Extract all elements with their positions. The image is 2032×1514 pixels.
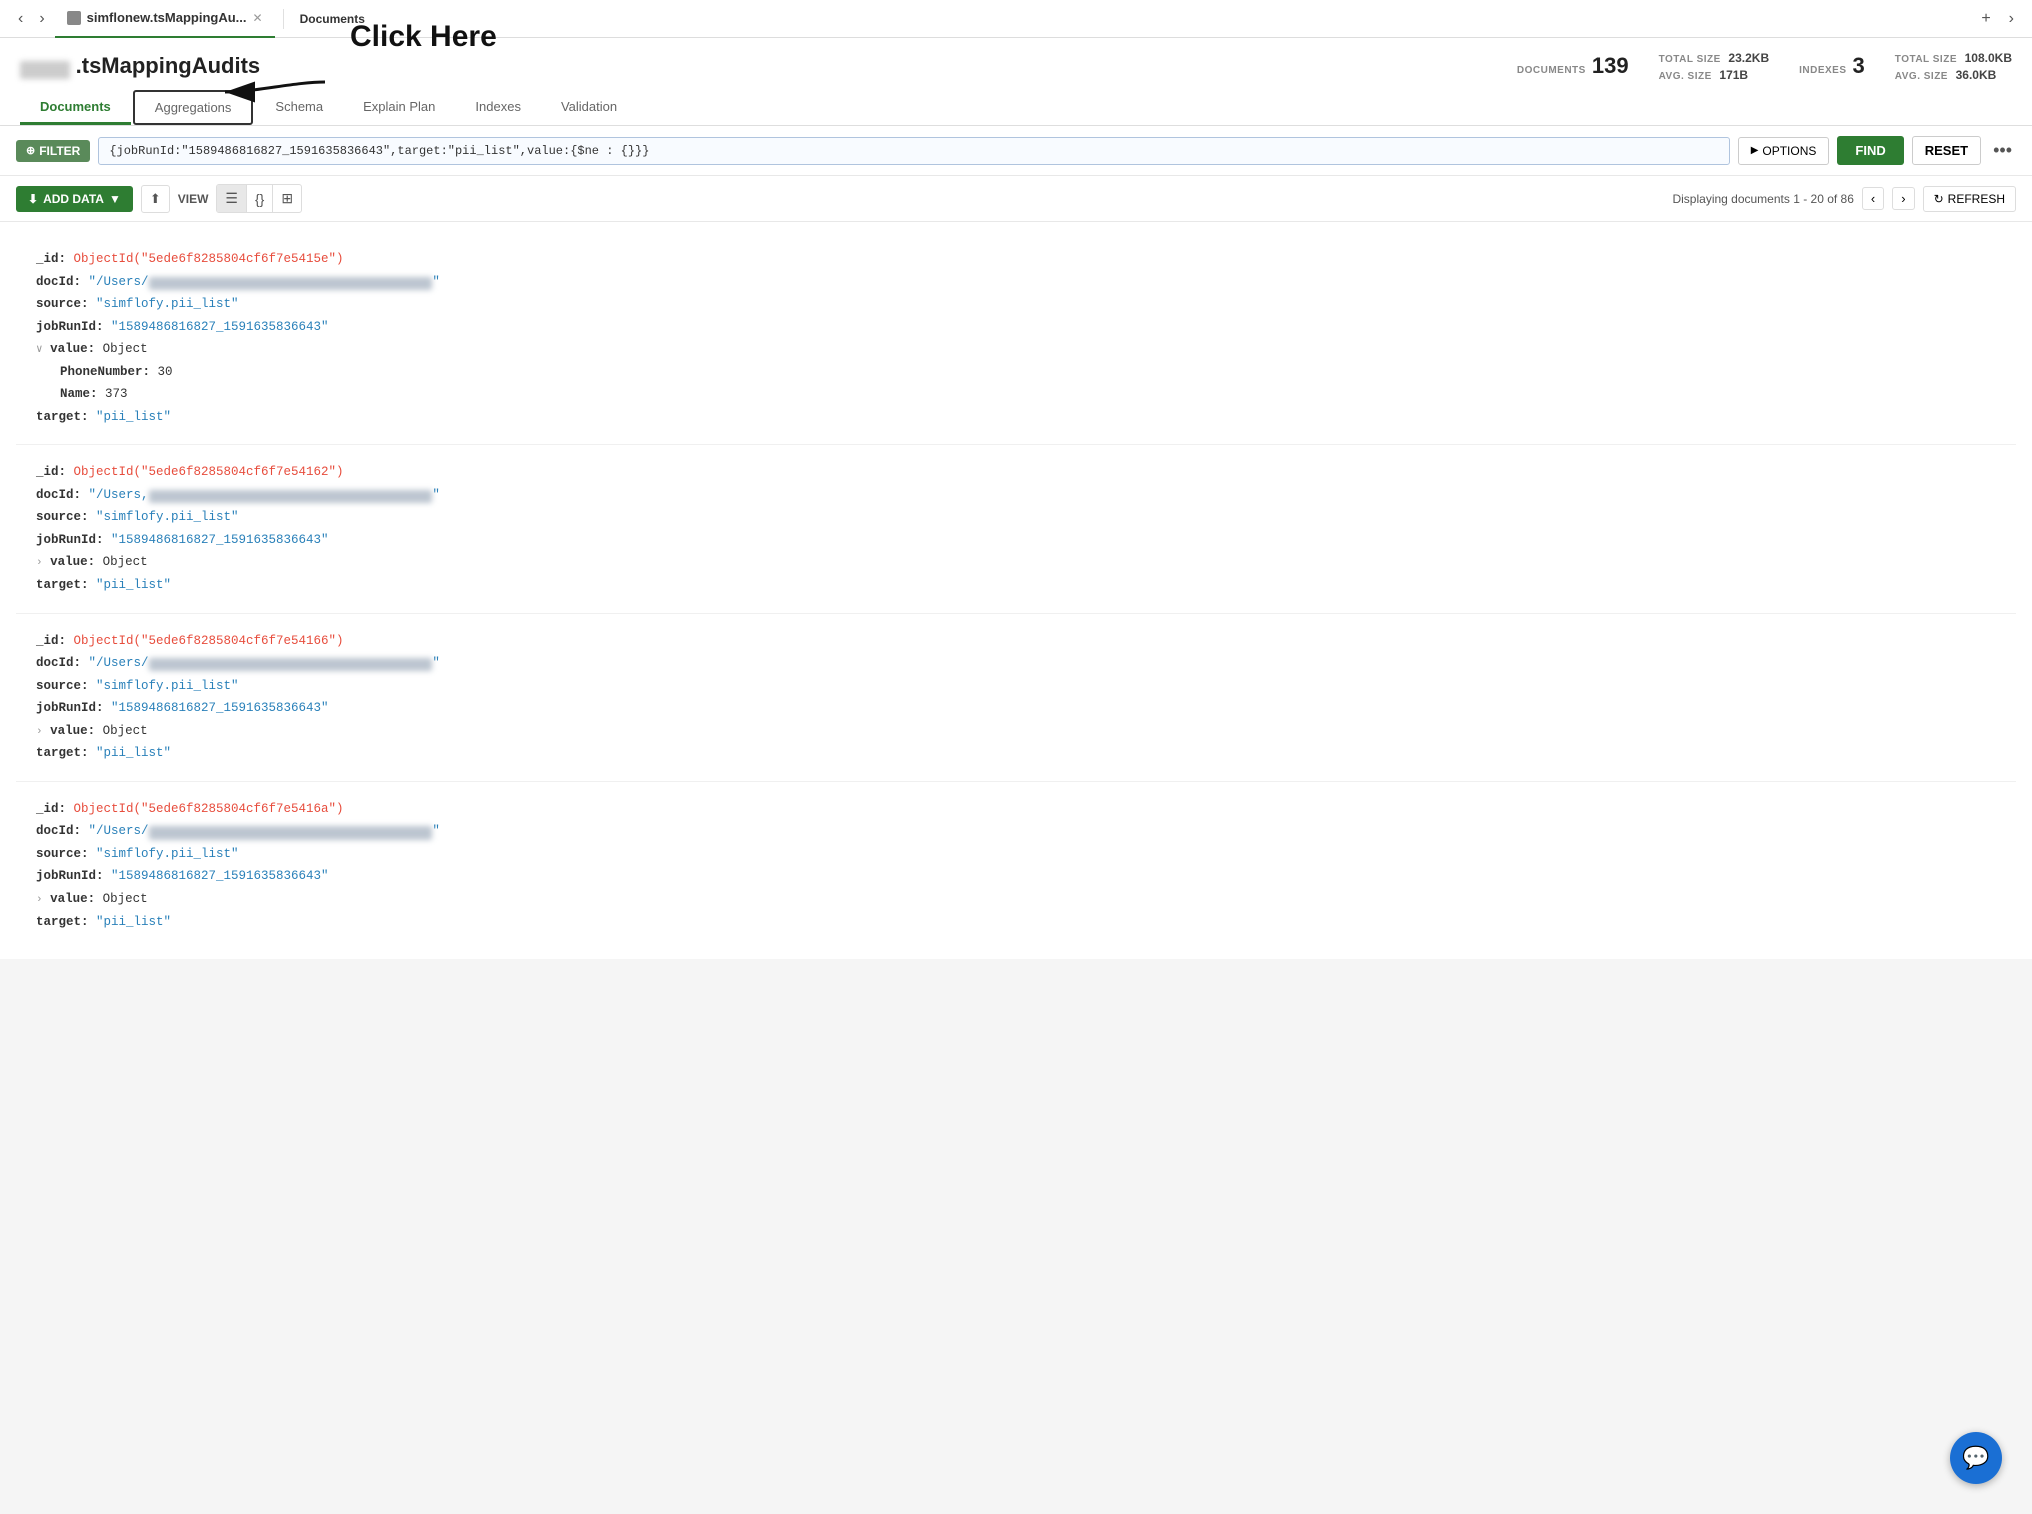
- stat-avg-size2: AVG. SIZE 36.0KB: [1895, 67, 2012, 82]
- options-button[interactable]: ▶ OPTIONS: [1738, 137, 1830, 165]
- table-view-btn[interactable]: ⊞: [273, 185, 301, 212]
- tab-schema[interactable]: Schema: [255, 91, 343, 125]
- indexes-value: 3: [1853, 54, 1865, 78]
- more-options-button[interactable]: •••: [1989, 140, 2016, 161]
- pagination-text: Displaying documents 1 - 20 of 86: [1672, 192, 1853, 206]
- export-button[interactable]: ⬆: [141, 185, 170, 213]
- stat-total-size2: TOTAL SIZE 108.0KB: [1895, 50, 2012, 65]
- documents-label: DOCUMENTS: [1517, 65, 1586, 76]
- stat-documents: DOCUMENTS 139: [1517, 54, 1629, 78]
- filter-input[interactable]: [98, 137, 1729, 165]
- filter-badge: ⊕ FILTER: [16, 140, 90, 162]
- documents-value: 139: [1592, 54, 1629, 78]
- pagination-info: Displaying documents 1 - 20 of 86 ‹ › ↻ …: [1672, 186, 2016, 212]
- refresh-button[interactable]: ↻ REFRESH: [1923, 186, 2016, 212]
- stat-size-group2: TOTAL SIZE 108.0KB AVG. SIZE 36.0KB: [1895, 50, 2012, 82]
- chat-bubble[interactable]: 💬: [1950, 1432, 2002, 1484]
- avg-size-val1: 171B: [1719, 68, 1748, 82]
- find-button[interactable]: FIND: [1837, 136, 1903, 165]
- stat-indexes: INDEXES 3: [1799, 54, 1865, 78]
- tab-right-nav[interactable]: ›: [2003, 10, 2020, 28]
- table-row: _id: ObjectId("5ede6f8285804cf6f7e54166"…: [16, 614, 2016, 782]
- documents-area: _id: ObjectId("5ede6f8285804cf6f7e5415e"…: [0, 222, 2032, 959]
- avg-size-label2: AVG. SIZE: [1895, 71, 1948, 82]
- tab-aggregations[interactable]: Aggregations: [133, 90, 254, 125]
- tab-add-btn[interactable]: +: [1973, 10, 1998, 28]
- tab-close-btn[interactable]: ✕: [253, 11, 263, 25]
- tab-sublabel: Documents: [292, 12, 373, 26]
- refresh-icon: ↻: [1934, 192, 1944, 206]
- stat-avg-size1: AVG. SIZE 171B: [1659, 67, 1770, 82]
- prev-page-btn[interactable]: ‹: [1862, 187, 1884, 210]
- tab-validation[interactable]: Validation: [541, 91, 637, 125]
- indexes-label: INDEXES: [1799, 65, 1846, 76]
- collection-prefix-blur: [20, 61, 70, 79]
- chevron-down-icon: ▼: [109, 192, 121, 206]
- reset-button[interactable]: RESET: [1912, 136, 1981, 165]
- tab-bar: ‹ › simflonew.tsMappingAu... ✕ Documents…: [0, 0, 2032, 38]
- avg-size-val2: 36.0KB: [1956, 68, 1997, 82]
- add-data-button[interactable]: ⬇ ADD DATA ▼: [16, 186, 133, 212]
- tab-label: simflonew.tsMappingAu...: [87, 10, 247, 25]
- tab-explain-plan[interactable]: Explain Plan: [343, 91, 455, 125]
- tab-main[interactable]: simflonew.tsMappingAu... ✕: [55, 0, 275, 38]
- total-size-val1: 23.2KB: [1728, 51, 1769, 65]
- collection-title-wrapper: .tsMappingAudits: [20, 53, 300, 79]
- tab-forward-btn[interactable]: ›: [33, 10, 50, 28]
- doc-toolbar: ⬇ ADD DATA ▼ ⬆ VIEW ☰ {} ⊞ Displaying do…: [0, 176, 2032, 222]
- total-size-label2: TOTAL SIZE: [1895, 54, 1957, 65]
- collection-name: .tsMappingAudits: [76, 53, 261, 78]
- next-page-btn[interactable]: ›: [1892, 187, 1914, 210]
- tab-documents[interactable]: Documents: [20, 91, 131, 125]
- table-row: _id: ObjectId("5ede6f8285804cf6f7e5415e"…: [16, 232, 2016, 445]
- collection-header: .tsMappingAudits DOCUMENTS 139 TOTAL SIZ…: [0, 38, 2032, 126]
- avg-size-label1: AVG. SIZE: [1659, 71, 1712, 82]
- table-row: _id: ObjectId("5ede6f8285804cf6f7e54162"…: [16, 445, 2016, 613]
- download-icon: ⬇: [28, 192, 38, 206]
- stats-group: DOCUMENTS 139 TOTAL SIZE 23.2KB AVG. SIZ…: [1517, 50, 2012, 82]
- total-size-val2: 108.0KB: [1965, 51, 2012, 65]
- tab-back-btn[interactable]: ‹: [12, 10, 29, 28]
- tab-favicon: [67, 11, 81, 25]
- export-icon: ⬆: [150, 191, 161, 206]
- tab-indexes[interactable]: Indexes: [455, 91, 541, 125]
- view-toggle-group: ☰ {} ⊞: [216, 184, 302, 213]
- json-view-btn[interactable]: {}: [247, 185, 273, 212]
- chat-icon: 💬: [1962, 1445, 1989, 1471]
- stat-size-group1: TOTAL SIZE 23.2KB AVG. SIZE 171B: [1659, 50, 1770, 82]
- total-size-label1: TOTAL SIZE: [1659, 54, 1721, 65]
- table-row: _id: ObjectId("5ede6f8285804cf6f7e5416a"…: [16, 782, 2016, 949]
- list-view-btn[interactable]: ☰: [217, 185, 247, 212]
- nav-tabs: Documents Aggregations Schema Explain Pl…: [20, 90, 2012, 125]
- stat-total-size1: TOTAL SIZE 23.2KB: [1659, 50, 1770, 65]
- filter-bar: ⊕ FILTER ▶ OPTIONS FIND RESET •••: [0, 126, 2032, 176]
- view-label: VIEW: [178, 192, 209, 206]
